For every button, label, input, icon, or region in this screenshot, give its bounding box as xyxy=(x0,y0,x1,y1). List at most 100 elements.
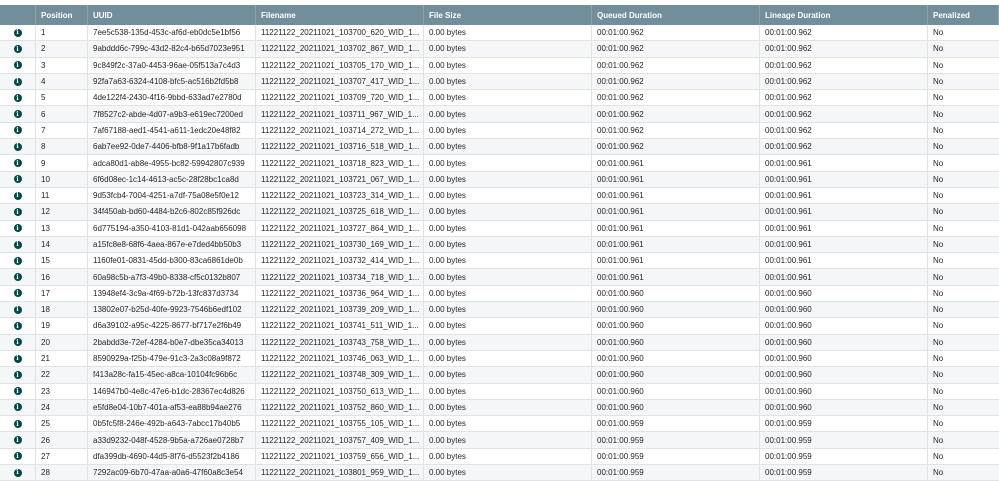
cell-filename: 11221122_20211021_103734_718_WID_1... xyxy=(256,269,424,285)
info-icon[interactable]: i xyxy=(13,110,22,119)
details-cell[interactable]: i xyxy=(0,25,36,41)
table-row[interactable]: i 19 d6a39102-a95c-4225-8677-bf717e2f6b49 1… xyxy=(0,318,999,335)
details-cell[interactable]: i xyxy=(0,285,36,302)
info-icon[interactable]: i xyxy=(13,44,22,53)
details-cell[interactable]: i xyxy=(0,90,36,106)
info-icon[interactable]: i xyxy=(13,321,22,330)
table-row[interactable]: i 16 60a98c5b-a7f3-49b0-8338-cf5c0132b807 1… xyxy=(0,269,999,286)
details-cell[interactable]: i xyxy=(0,253,36,269)
table-row[interactable]: i 20 2babdd3e-72ef-4284-b0e7-dbe35ca34013 1… xyxy=(0,334,999,351)
cell-filename: 11221122_20211021_103755_105_WID_1... xyxy=(256,416,424,432)
table-row[interactable]: i 3 9c849f2c-37a0-4453-96ae-05f513a7c4d3 11… xyxy=(0,57,999,74)
table-row[interactable]: i 27 dfa399db-4690-44d5-8f76-d5523f2b4186 1… xyxy=(0,448,999,466)
table-row[interactable]: i 6 7f8527c2-abde-4d07-a9b3-e619ec7200ed 11… xyxy=(0,106,999,123)
header-lineage-duration[interactable]: Lineage Duration xyxy=(760,5,928,25)
cell-uuid: a15fc8e8-68f6-4aea-867e-e7ded4bb50b3 xyxy=(88,236,256,253)
details-cell[interactable]: i xyxy=(0,302,36,318)
info-icon[interactable]: i xyxy=(13,224,22,233)
table-row[interactable]: i 15 1160fe01-0831-45dd-b300-83ca6861de0b 1… xyxy=(0,253,999,270)
table-row[interactable]: i 23 146947b0-4e8c-47e6-b1dc-28367ec4d826 1… xyxy=(0,383,999,400)
info-icon[interactable]: i xyxy=(13,387,22,396)
info-icon[interactable]: i xyxy=(13,452,22,461)
info-icon[interactable]: i xyxy=(13,61,22,70)
details-cell[interactable]: i xyxy=(0,236,36,253)
details-cell[interactable]: i xyxy=(0,448,36,465)
table-row[interactable]: i 18 13802e07-b25d-40fe-9923-7546b6edf102 1… xyxy=(0,302,999,319)
table-row[interactable]: i 5 4de122f4-2430-4f16-9bbd-633ad7e2780d 11… xyxy=(0,90,999,107)
info-icon[interactable]: i xyxy=(13,436,22,445)
info-icon[interactable]: i xyxy=(13,93,22,102)
header-position[interactable]: Position xyxy=(36,5,88,25)
details-cell[interactable]: i xyxy=(0,57,36,73)
cell-filename: 11221122_20211021_103730_169_WID_1... xyxy=(256,236,424,253)
cell-queued-duration: 00:01:00.960 xyxy=(592,367,760,383)
info-icon[interactable]: i xyxy=(13,126,22,135)
table-row[interactable]: i 28 7292ac09-6b70-47aa-a0a6-47f60a8c3e54 1… xyxy=(0,465,999,481)
header-file-size[interactable]: File Size xyxy=(424,5,592,25)
details-cell[interactable]: i xyxy=(0,155,36,171)
info-icon[interactable]: i xyxy=(13,289,22,298)
table-row[interactable]: i 22 f413a28c-fa15-45ec-a8ca-10104fc96b6c 1… xyxy=(0,367,999,384)
cell-penalized: No xyxy=(933,386,944,396)
cell-queued-duration: 00:01:00.961 xyxy=(592,171,760,187)
table-row[interactable]: i 4 92fa7a63-6324-4108-bfc5-ac516b2fd5b8 11… xyxy=(0,73,999,91)
header-uuid[interactable]: UUID xyxy=(88,5,256,25)
details-cell[interactable]: i xyxy=(0,269,36,285)
table-row[interactable]: i 9 adca80d1-ab8e-4955-bc82-59942807c939 11… xyxy=(0,155,999,172)
cell-position: 2 xyxy=(36,41,88,57)
table-row[interactable]: i 8 6ab7ee92-0de7-4406-bfb8-9f1a17b6fadb 11… xyxy=(0,139,999,156)
info-icon[interactable]: i xyxy=(13,28,22,37)
info-icon[interactable]: i xyxy=(13,159,22,168)
table-row[interactable]: i 14 a15fc8e8-68f6-4aea-867e-e7ded4bb50b3 1… xyxy=(0,236,999,254)
details-cell[interactable]: i xyxy=(0,220,36,236)
header-queued-duration[interactable]: Queued Duration xyxy=(592,5,760,25)
info-icon[interactable]: i xyxy=(13,370,22,379)
table-row[interactable]: i 24 e5fd8e04-10b7-401a-af53-ea88b94ae276 1… xyxy=(0,399,999,417)
details-cell[interactable]: i xyxy=(0,318,36,334)
details-cell[interactable]: i xyxy=(0,122,36,139)
info-icon[interactable]: i xyxy=(13,207,22,216)
table-row[interactable]: i 26 a33d9232-048f-4528-9b5a-a726ae0728b7 1… xyxy=(0,432,999,449)
table-row[interactable]: i 7 7af67188-aed1-4541-a611-1edc20e48f82 11… xyxy=(0,122,999,140)
info-icon[interactable]: i xyxy=(13,305,22,314)
details-cell[interactable]: i xyxy=(0,416,36,432)
header-penalized[interactable]: Penalized xyxy=(928,5,999,25)
details-cell[interactable]: i xyxy=(0,171,36,187)
info-icon[interactable]: i xyxy=(13,403,22,412)
table-row[interactable]: i 1 7ee5c538-135d-453c-af6d-eb0dc5e1bf56 11… xyxy=(0,25,999,42)
info-icon[interactable]: i xyxy=(13,273,22,282)
table-row[interactable]: i 13 6d775194-a350-4103-81d1-042aab656098 1… xyxy=(0,220,999,237)
details-cell[interactable]: i xyxy=(0,106,36,122)
details-cell[interactable]: i xyxy=(0,367,36,383)
details-cell[interactable]: i xyxy=(0,139,36,155)
details-cell[interactable]: i xyxy=(0,465,36,481)
details-cell[interactable]: i xyxy=(0,73,36,90)
info-icon[interactable]: i xyxy=(13,191,22,200)
table-row[interactable]: i 17 13948ef4-3c9a-4f69-b72b-13fc837d3734 1… xyxy=(0,285,999,303)
info-icon[interactable]: i xyxy=(13,468,22,477)
details-cell[interactable]: i xyxy=(0,383,36,399)
table-row[interactable]: i 25 0b5fc5f8-246e-492b-a643-7abcc17b40b5 1… xyxy=(0,416,999,433)
header-filename[interactable]: Filename xyxy=(256,5,424,25)
info-icon[interactable]: i xyxy=(13,256,22,265)
table-row[interactable]: i 12 34f450ab-bd60-4484-b2c6-802c85f926dc 1… xyxy=(0,204,999,221)
details-cell[interactable]: i xyxy=(0,399,36,416)
info-icon[interactable]: i xyxy=(13,77,22,86)
info-icon[interactable]: i xyxy=(13,338,22,347)
details-cell[interactable]: i xyxy=(0,187,36,204)
details-cell[interactable]: i xyxy=(0,41,36,57)
info-icon[interactable]: i xyxy=(13,175,22,184)
table-row[interactable]: i 21 8590929a-f25b-479e-91c3-2a3c08a9f872 1… xyxy=(0,350,999,368)
details-cell[interactable]: i xyxy=(0,350,36,367)
info-icon[interactable]: i xyxy=(13,240,22,249)
table-row[interactable]: i 10 6f6d08ec-1c14-4613-ac5c-28f28bc1ca8d 1… xyxy=(0,171,999,188)
details-cell[interactable]: i xyxy=(0,432,36,448)
details-cell[interactable]: i xyxy=(0,204,36,220)
table-row[interactable]: i 2 9abddd6c-799c-43d2-82c4-b65d7023e951 11… xyxy=(0,41,999,58)
info-icon[interactable]: i xyxy=(13,142,22,151)
info-icon[interactable]: i xyxy=(13,419,22,428)
cell-file-size: 0.00 bytes xyxy=(424,139,592,155)
details-cell[interactable]: i xyxy=(0,334,36,350)
info-icon[interactable]: i xyxy=(13,354,22,363)
table-row[interactable]: i 11 9d53fcb4-7004-4251-a7df-75a08e5f0e12 1… xyxy=(0,187,999,205)
